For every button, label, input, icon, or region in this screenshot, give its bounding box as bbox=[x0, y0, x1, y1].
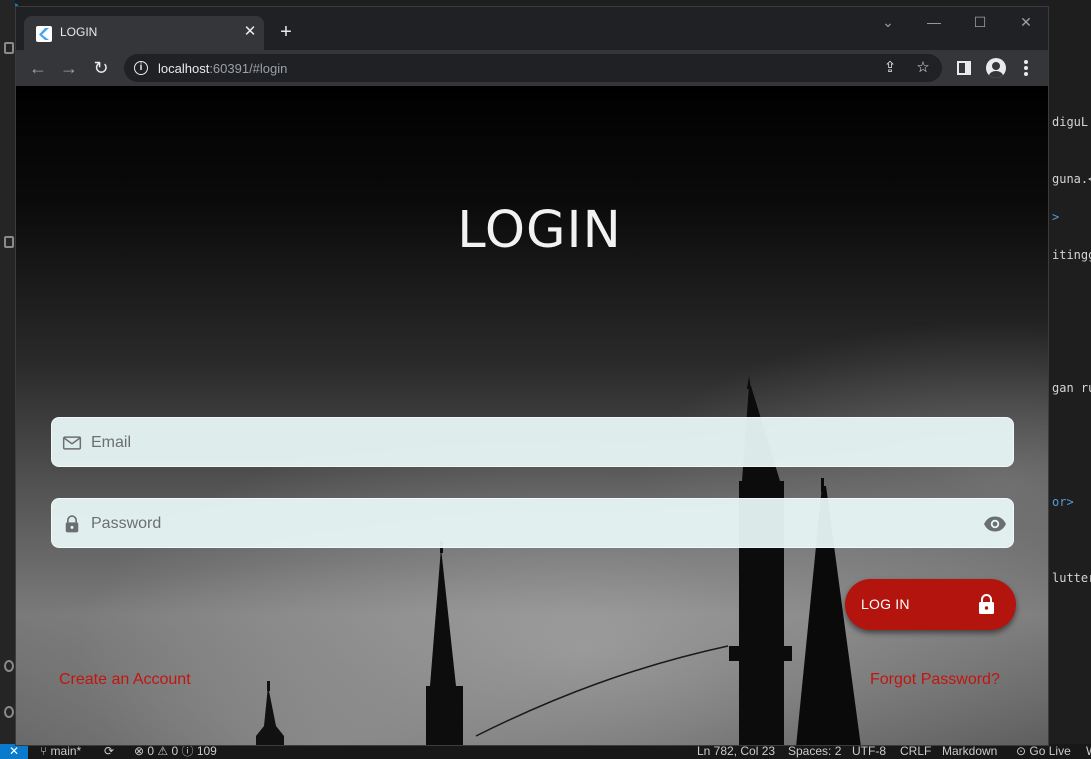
go-live-label: Go Live bbox=[1029, 744, 1071, 758]
browser-window: LOGIN ✕ + ⌄ — ☐ ✕ ← → ↻ i localhost:6039… bbox=[15, 6, 1049, 746]
git-branch[interactable]: ⑂ main* bbox=[40, 744, 81, 759]
visibility-eye-icon[interactable] bbox=[983, 512, 1007, 536]
tab-login[interactable]: LOGIN ✕ bbox=[24, 16, 264, 50]
settings-gear-icon[interactable] bbox=[4, 706, 14, 718]
go-live-button[interactable]: ⊙ Go Live bbox=[1016, 744, 1071, 759]
tab-search-chevron-icon[interactable]: ⌄ bbox=[873, 11, 903, 33]
sync-icon[interactable]: ⟳ bbox=[104, 744, 114, 759]
indentation[interactable]: Spaces: 2 bbox=[788, 744, 841, 759]
browser-toolbar: ← → ↻ i localhost:60391/#login ⇪ ☆ bbox=[16, 50, 1048, 86]
mosque-minaret-background bbox=[256, 376, 861, 745]
forward-arrow-icon[interactable]: → bbox=[57, 56, 81, 80]
minimize-icon[interactable]: — bbox=[919, 11, 949, 33]
profile-avatar-icon[interactable] bbox=[986, 58, 1006, 78]
site-info-icon[interactable]: i bbox=[134, 61, 148, 75]
code-line: itingg bbox=[1052, 248, 1091, 262]
bookmark-star-icon[interactable]: ☆ bbox=[913, 58, 933, 78]
code-line: diguL bbox=[1052, 115, 1089, 129]
code-line: guna.< bbox=[1052, 172, 1091, 186]
share-icon[interactable]: ⇪ bbox=[880, 58, 900, 78]
explorer-icon[interactable] bbox=[4, 42, 14, 54]
create-account-link[interactable]: Create an Account bbox=[59, 671, 191, 689]
git-branch-label: main* bbox=[50, 744, 82, 758]
vscode-status-bar: ✕ ⑂ main* ⟳ ⊗ 0 ⚠ 0 ⓘ 109 Ln 782, Col 23… bbox=[0, 744, 1091, 759]
login-button-label: LOG IN bbox=[861, 596, 910, 612]
padlock-icon bbox=[979, 594, 994, 614]
url-path: :60391/#login bbox=[209, 61, 288, 76]
email-input[interactable] bbox=[91, 418, 971, 468]
flutter-favicon-icon bbox=[36, 26, 52, 42]
code-line: > bbox=[1052, 210, 1060, 224]
status-trailing[interactable]: W bbox=[1086, 744, 1091, 759]
code-line: lutter bbox=[1052, 571, 1091, 585]
account-icon[interactable] bbox=[4, 660, 14, 672]
chrome-menu-icon[interactable] bbox=[1024, 60, 1028, 76]
reload-icon[interactable]: ↻ bbox=[89, 56, 113, 80]
forgot-password-link[interactable]: Forgot Password? bbox=[870, 671, 1000, 689]
remote-indicator-icon[interactable]: ✕ bbox=[0, 744, 28, 759]
line-ending[interactable]: CRLF bbox=[900, 744, 931, 759]
login-button[interactable]: LOG IN bbox=[845, 579, 1016, 630]
problems-indicator[interactable]: ⊗ 0 ⚠ 0 ⓘ 109 bbox=[134, 744, 217, 759]
side-panel-icon[interactable] bbox=[957, 61, 971, 75]
close-window-icon[interactable]: ✕ bbox=[1011, 11, 1041, 33]
new-tab-icon[interactable]: + bbox=[274, 21, 298, 45]
broadcast-icon: ⊙ bbox=[1016, 744, 1030, 758]
tab-strip: LOGIN ✕ + ⌄ — ☐ ✕ bbox=[16, 7, 1048, 50]
screen: diguL guna.< > itingg gan ru or> lutter … bbox=[0, 0, 1091, 759]
git-branch-icon: ⑂ bbox=[40, 744, 51, 758]
encoding[interactable]: UTF-8 bbox=[852, 744, 886, 759]
tab-close-icon[interactable]: ✕ bbox=[240, 22, 260, 42]
app-viewport: LOGIN Email LOG IN Create an Account For… bbox=[16, 86, 1048, 745]
url-text[interactable]: localhost:60391/#login bbox=[158, 61, 287, 76]
tab-title: LOGIN bbox=[60, 25, 98, 39]
vscode-editor-peek: diguL guna.< > itingg gan ru or> lutter bbox=[1049, 0, 1091, 744]
page-title: LOGIN bbox=[457, 201, 622, 260]
url-host: localhost bbox=[158, 61, 210, 76]
code-line: gan ru bbox=[1052, 381, 1091, 395]
cursor-position[interactable]: Ln 782, Col 23 bbox=[697, 744, 775, 759]
lock-icon bbox=[65, 515, 79, 533]
vscode-activity-bar bbox=[0, 0, 15, 744]
code-line: or> bbox=[1052, 495, 1074, 509]
email-field[interactable] bbox=[51, 417, 1014, 468]
language-mode[interactable]: Markdown bbox=[942, 744, 997, 759]
back-arrow-icon[interactable]: ← bbox=[26, 56, 50, 80]
maximize-icon[interactable]: ☐ bbox=[965, 11, 995, 33]
address-bar[interactable]: i localhost:60391/#login ⇪ ☆ bbox=[124, 54, 942, 82]
mail-icon bbox=[62, 436, 82, 450]
extensions-icon[interactable] bbox=[4, 236, 14, 248]
password-input[interactable] bbox=[91, 499, 971, 549]
password-field[interactable] bbox=[51, 498, 1014, 549]
